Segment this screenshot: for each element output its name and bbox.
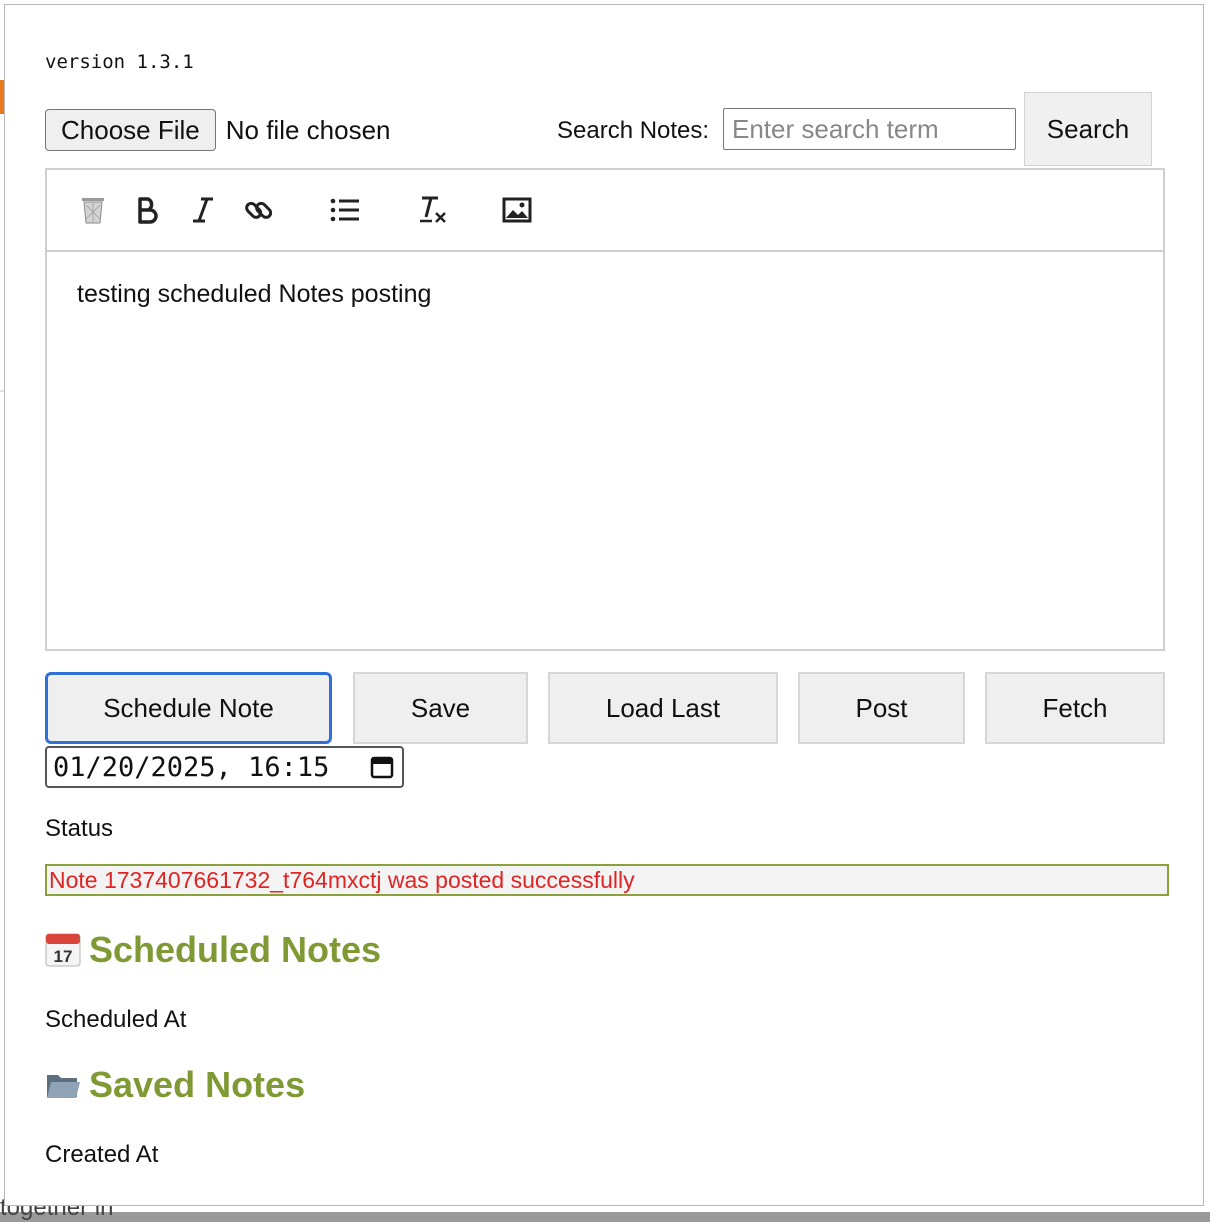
file-input: Choose File No file chosen bbox=[45, 108, 391, 152]
extension-popup: version 1.3.1 Choose File No file chosen… bbox=[4, 4, 1204, 1206]
created-at-label: Created At bbox=[45, 1141, 159, 1168]
bold-icon[interactable] bbox=[131, 194, 163, 226]
save-button[interactable]: Save bbox=[353, 672, 528, 744]
link-icon[interactable] bbox=[243, 194, 275, 226]
search-button[interactable]: Search bbox=[1024, 92, 1152, 166]
status-message: Note 1737407661732_t764mxctj was posted … bbox=[45, 864, 1169, 896]
schedule-note-button[interactable]: Schedule Note bbox=[45, 672, 332, 744]
saved-notes-heading: Saved Notes bbox=[45, 1064, 305, 1106]
version-label: version 1.3.1 bbox=[45, 51, 194, 73]
list-icon[interactable] bbox=[329, 194, 361, 226]
status-label: Status bbox=[45, 815, 114, 842]
note-editor: testing scheduled Notes posting bbox=[45, 168, 1165, 651]
trash-icon[interactable] bbox=[77, 194, 109, 226]
fetch-button[interactable]: Fetch bbox=[985, 672, 1165, 744]
choose-file-button[interactable]: Choose File bbox=[45, 109, 216, 151]
calendar-icon: 17 bbox=[45, 932, 81, 968]
search-label: Search Notes: bbox=[557, 117, 710, 144]
folder-icon bbox=[45, 1069, 81, 1101]
clear-format-icon[interactable] bbox=[417, 194, 449, 226]
load-last-button[interactable]: Load Last bbox=[548, 672, 778, 744]
search-input[interactable] bbox=[723, 108, 1016, 150]
scheduled-at-label: Scheduled At bbox=[45, 1006, 187, 1033]
datetime-value: 01/20/2025, 16:15 bbox=[53, 751, 330, 783]
scheduled-notes-title: Scheduled Notes bbox=[89, 929, 382, 970]
saved-notes-title: Saved Notes bbox=[89, 1064, 306, 1105]
image-icon[interactable] bbox=[501, 194, 533, 226]
scheduled-notes-heading: 17 Scheduled Notes bbox=[45, 929, 381, 971]
calendar-picker-icon[interactable] bbox=[370, 755, 394, 786]
italic-icon[interactable] bbox=[187, 194, 219, 226]
svg-text:17: 17 bbox=[54, 947, 73, 966]
schedule-datetime-input[interactable]: 01/20/2025, 16:15 bbox=[45, 746, 404, 788]
editor-content[interactable]: testing scheduled Notes posting bbox=[77, 280, 431, 309]
editor-toolbar bbox=[47, 170, 1163, 252]
file-status: No file chosen bbox=[225, 114, 391, 145]
post-button[interactable]: Post bbox=[798, 672, 965, 744]
